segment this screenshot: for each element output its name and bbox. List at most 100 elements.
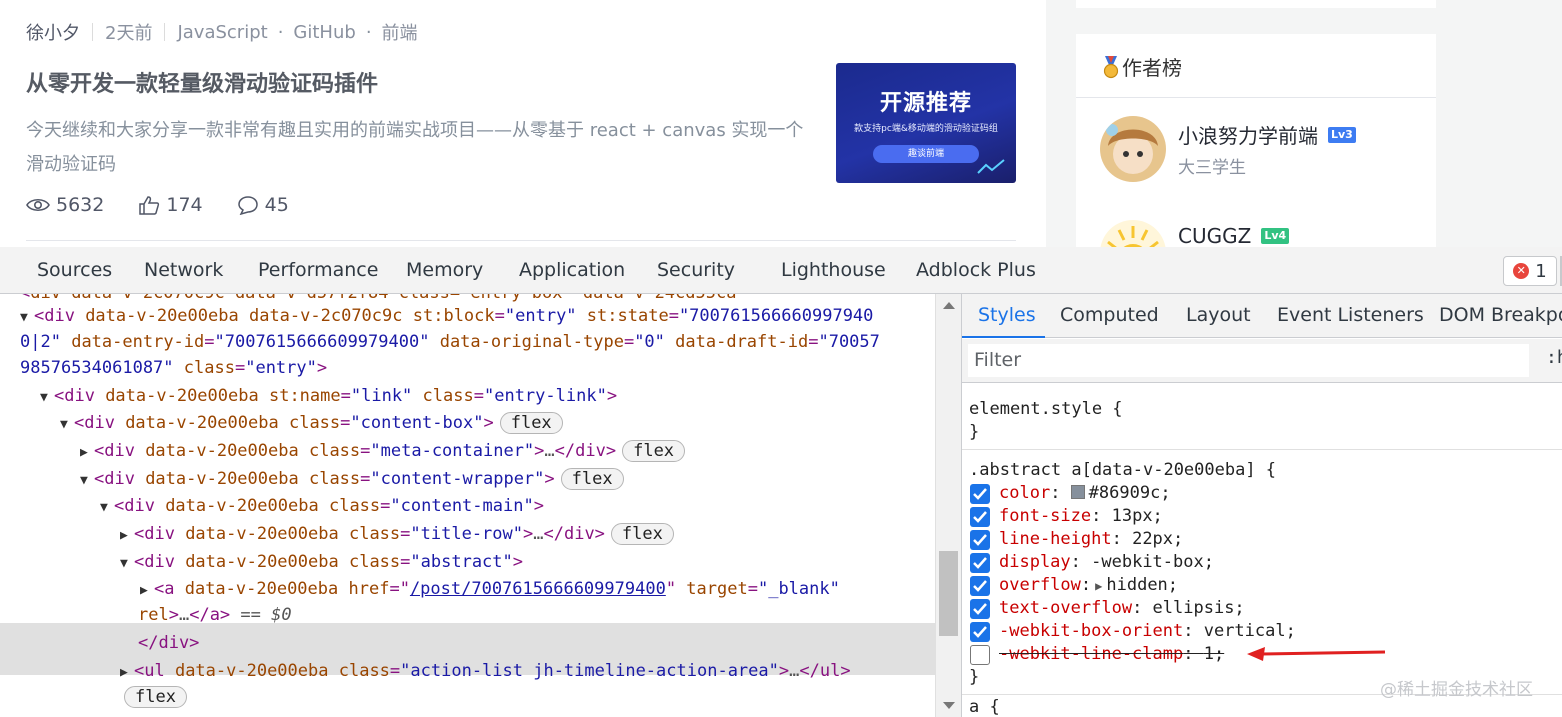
collapse-triangle-icon[interactable]: ▼ xyxy=(40,385,54,411)
expand-triangle-icon[interactable]: ▶ xyxy=(80,440,94,466)
avatar[interactable] xyxy=(1100,220,1166,247)
flex-badge[interactable]: flex xyxy=(124,686,187,708)
property-value: 22px; xyxy=(1132,529,1184,549)
tab-performance[interactable]: Performance xyxy=(258,247,378,294)
tab-styles[interactable]: Styles xyxy=(978,294,1036,338)
css-property[interactable]: color: #86909c; xyxy=(999,482,1171,505)
dom-node-title-row[interactable]: ▶ <div data-v-20e00eba class="title-row">… xyxy=(120,521,674,547)
dom-node-content-main[interactable]: ▼ <div data-v-20e00eba class="content-mai… xyxy=(100,493,544,519)
dom-node-entry[interactable]: ▼ <div data-v-20e00eba data-v-2c070c9c st… xyxy=(20,303,873,329)
article-title[interactable]: 从零开发一款轻量级滑动验证码插件 xyxy=(26,66,378,98)
dom-href-link[interactable]: /post/7007615666609979400 xyxy=(410,579,666,599)
flex-badge[interactable]: flex xyxy=(560,468,624,490)
scroll-up-icon[interactable] xyxy=(943,302,955,309)
dom-node-entry-cont[interactable]: 98576534061087" class="entry"> xyxy=(20,355,327,381)
dom-node-action-list[interactable]: ▶ <ul data-v-20e00eba class="action-list … xyxy=(120,658,851,684)
dom-attr-value: "link" xyxy=(350,386,413,406)
collapse-triangle-icon[interactable]: ▼ xyxy=(120,551,134,577)
property-name: color xyxy=(999,483,1051,503)
color-swatch[interactable] xyxy=(1070,485,1085,499)
checkmark-icon xyxy=(973,534,987,546)
flex-badge[interactable]: flex xyxy=(610,523,674,545)
tab-memory[interactable]: Memory xyxy=(406,247,483,294)
dom-node-close-div[interactable]: </div> xyxy=(138,630,199,656)
element-style-selector[interactable]: element.style { xyxy=(969,398,1123,421)
collapse-triangle-icon[interactable]: ▼ xyxy=(60,412,74,438)
css-property[interactable]: line-height: 22px; xyxy=(999,528,1183,551)
rule-selector[interactable]: a { xyxy=(969,696,1000,717)
comment-button[interactable]: 45 xyxy=(237,194,289,216)
css-property-disabled[interactable]: -webkit-line-clamp: 1; xyxy=(999,643,1224,666)
tab-computed[interactable]: Computed xyxy=(1060,294,1159,338)
dom-node-entry-cont[interactable]: 0|2" data-entry-id="7007615666609979400"… xyxy=(20,329,880,355)
elements-scrollbar[interactable] xyxy=(935,294,961,717)
author-name[interactable]: 徐小夕 xyxy=(26,19,80,45)
dom-text: <div xyxy=(114,496,166,516)
styles-tabbar: Styles Computed Layout Event Listeners D… xyxy=(962,294,1562,338)
collapse-triangle-icon[interactable]: ▼ xyxy=(80,468,94,494)
tab-adblock-plus[interactable]: Adblock Plus xyxy=(916,247,1036,294)
expand-triangle-icon[interactable]: ▶ xyxy=(120,660,134,686)
css-property[interactable]: -webkit-box-orient: vertical; xyxy=(999,620,1296,643)
flex-badge[interactable]: flex xyxy=(499,412,563,434)
dom-node-content-wrapper[interactable]: ▼ <div data-v-20e00eba class="content-wra… xyxy=(80,466,624,492)
dom-node-anchor-selected[interactable]: ▶ <a data-v-20e00eba href="/post/70076156… xyxy=(140,576,840,602)
page-area: 徐小夕 2天前 JavaScript · GitHub · 前端 从零开发一款轻… xyxy=(0,0,1562,247)
author-item[interactable]: 小浪努力学前端 Lv3 大三学生 xyxy=(1100,116,1356,182)
hover-state-toggle[interactable]: :h xyxy=(1546,347,1562,368)
tab-event-listeners[interactable]: Event Listeners xyxy=(1277,294,1424,338)
property-checkbox-unchecked[interactable] xyxy=(970,645,990,665)
dom-node-content-box[interactable]: ▼ <div data-v-20e00eba class="content-box… xyxy=(60,410,563,436)
author-name[interactable]: CUGGZ xyxy=(1178,224,1251,247)
dom-node-entry-link[interactable]: ▼ <div data-v-20e00eba st:name="link" cla… xyxy=(40,383,617,409)
property-checkbox[interactable] xyxy=(970,622,990,642)
property-checkbox[interactable] xyxy=(970,553,990,573)
collapse-triangle-icon[interactable]: ▼ xyxy=(100,495,114,521)
expand-property-icon[interactable]: ▶ xyxy=(1095,579,1102,593)
avatar[interactable] xyxy=(1100,116,1166,182)
property-checkbox[interactable] xyxy=(970,507,990,527)
tab-layout[interactable]: Layout xyxy=(1186,294,1251,338)
dom-node-abstract[interactable]: ▼ <div data-v-20e00eba class="abstract"> xyxy=(120,549,523,575)
like-button[interactable]: 174 xyxy=(138,194,203,216)
article-thumbnail[interactable]: 开源推荐 款支持pc端&移动端的滑动验证码组 趣谈前端 xyxy=(836,63,1016,183)
dom-attr-value: "meta-container" xyxy=(370,441,535,461)
expand-triangle-icon[interactable]: ▶ xyxy=(140,578,154,604)
dom-node-action-list-cont[interactable]: flex xyxy=(118,684,187,710)
css-property[interactable]: text-overflow: ellipsis; xyxy=(999,597,1245,620)
rule-selector[interactable]: .abstract a[data-v-20e00eba] { xyxy=(969,459,1276,482)
property-checkbox[interactable] xyxy=(970,484,990,504)
author-name[interactable]: 小浪努力学前端 xyxy=(1178,120,1318,149)
error-count-button[interactable]: ✕ 1 xyxy=(1503,256,1557,286)
tab-network[interactable]: Network xyxy=(144,247,223,294)
property-checkbox[interactable] xyxy=(970,530,990,550)
dom-node-meta-container[interactable]: ▶ <div data-v-20e00eba class="meta-contai… xyxy=(80,438,686,466)
tag-link[interactable]: GitHub xyxy=(293,22,355,43)
tab-application[interactable]: Application xyxy=(519,247,625,294)
author-item[interactable]: CUGGZ Lv4 xyxy=(1100,220,1290,247)
expand-triangle-icon[interactable]: ▶ xyxy=(120,523,134,549)
property-name: overflow xyxy=(999,575,1081,595)
scroll-down-icon[interactable] xyxy=(943,702,955,709)
dom-attr-value: "0" xyxy=(634,332,665,352)
flex-badge[interactable]: flex xyxy=(622,440,686,462)
tag-link[interactable]: 前端 xyxy=(382,19,418,45)
css-property[interactable]: display: -webkit-box; xyxy=(999,551,1214,574)
tag-link[interactable]: JavaScript xyxy=(177,22,267,43)
scrollbar-thumb[interactable] xyxy=(939,551,958,636)
tab-dom-breakpoints[interactable]: DOM Breakpo xyxy=(1439,294,1562,338)
property-checkbox[interactable] xyxy=(970,599,990,619)
css-property[interactable]: font-size: 13px; xyxy=(999,505,1163,528)
tab-sources[interactable]: Sources xyxy=(37,247,112,294)
collapse-triangle-icon[interactable]: ▼ xyxy=(20,305,34,331)
avatar-image-icon xyxy=(1100,220,1166,247)
rule-divider xyxy=(962,449,1562,450)
dom-text: </a> xyxy=(189,605,231,625)
dom-node-anchor-cont[interactable]: rel>…</a> == $0 xyxy=(138,602,292,628)
property-checkbox[interactable] xyxy=(970,576,990,596)
tab-lighthouse[interactable]: Lighthouse xyxy=(781,247,886,294)
css-property[interactable]: overflow: ▶ hidden; xyxy=(999,574,1178,597)
styles-filter-input[interactable]: Filter xyxy=(968,344,1529,377)
tab-security[interactable]: Security xyxy=(657,247,735,294)
article-abstract[interactable]: 今天继续和大家分享一款非常有趣且实用的前端实战项目——从零基于 react + … xyxy=(26,114,816,182)
